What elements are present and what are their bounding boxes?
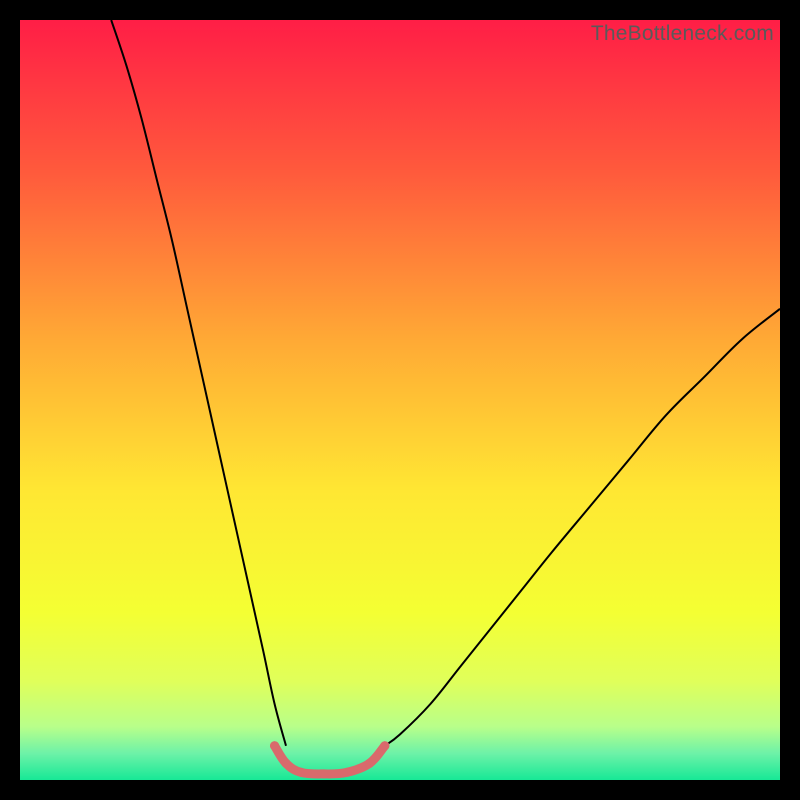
series-right-curve [385,309,780,746]
series-bottom-highlight-marker [281,759,290,768]
watermark-text: TheBottleneck.com [591,22,774,46]
plot-area: TheBottleneck.com [20,20,780,780]
series-bottom-highlight-marker [365,759,374,768]
series-left-curve [111,20,286,746]
chart-frame: TheBottleneck.com [0,0,800,800]
series-bottom-highlight-marker [270,741,279,750]
series-bottom-highlight-marker [319,769,328,778]
series-bottom-highlight-marker [380,741,389,750]
series-bottom-highlight-marker [342,768,351,777]
series-bottom-highlight-marker [297,768,306,777]
curve-layer [20,20,780,780]
